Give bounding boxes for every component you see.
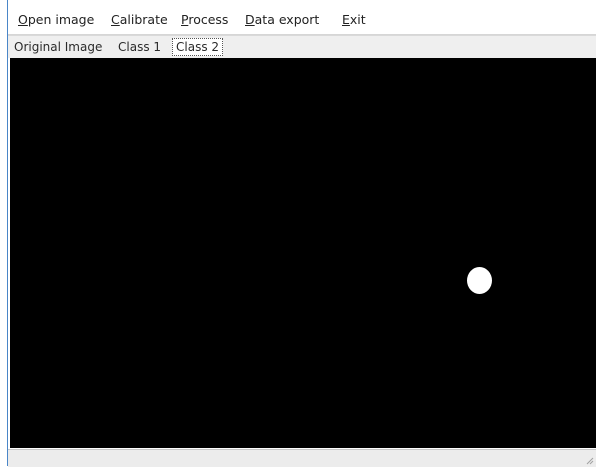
app-window: Open image Calibrate Process Data export… xyxy=(0,0,596,467)
menu-exit-mnemonic: E xyxy=(342,12,350,27)
tab-bar: Original Image Class 1 Class 2 xyxy=(8,35,596,58)
menu-data-export-label: ata export xyxy=(254,12,320,27)
status-bar xyxy=(8,449,596,467)
window-edge xyxy=(7,0,8,466)
menu-open-image-mnemonic: O xyxy=(18,12,28,27)
menu-process-label: rocess xyxy=(188,12,229,27)
menu-exit-label: xit xyxy=(349,12,366,27)
menu-exit[interactable]: Exit xyxy=(342,12,366,28)
menu-open-image[interactable]: Open image xyxy=(18,12,94,28)
menu-calibrate[interactable]: Calibrate xyxy=(111,12,168,28)
menu-bar: Open image Calibrate Process Data export… xyxy=(8,0,596,35)
image-canvas[interactable] xyxy=(10,58,596,448)
menu-data-export[interactable]: Data export xyxy=(245,12,319,28)
menu-open-image-label: pen image xyxy=(27,12,95,27)
tab-class-2[interactable]: Class 2 xyxy=(172,38,224,56)
menu-calibrate-mnemonic: C xyxy=(111,12,120,27)
menu-data-export-mnemonic: D xyxy=(245,12,255,27)
menu-process[interactable]: Process xyxy=(181,12,228,28)
tab-class-1[interactable]: Class 1 xyxy=(118,38,161,56)
menu-calibrate-label: alibrate xyxy=(119,12,168,27)
tab-original-image[interactable]: Original Image xyxy=(14,38,102,56)
detected-object-blob xyxy=(467,267,492,294)
resize-grip-icon[interactable] xyxy=(586,457,594,465)
